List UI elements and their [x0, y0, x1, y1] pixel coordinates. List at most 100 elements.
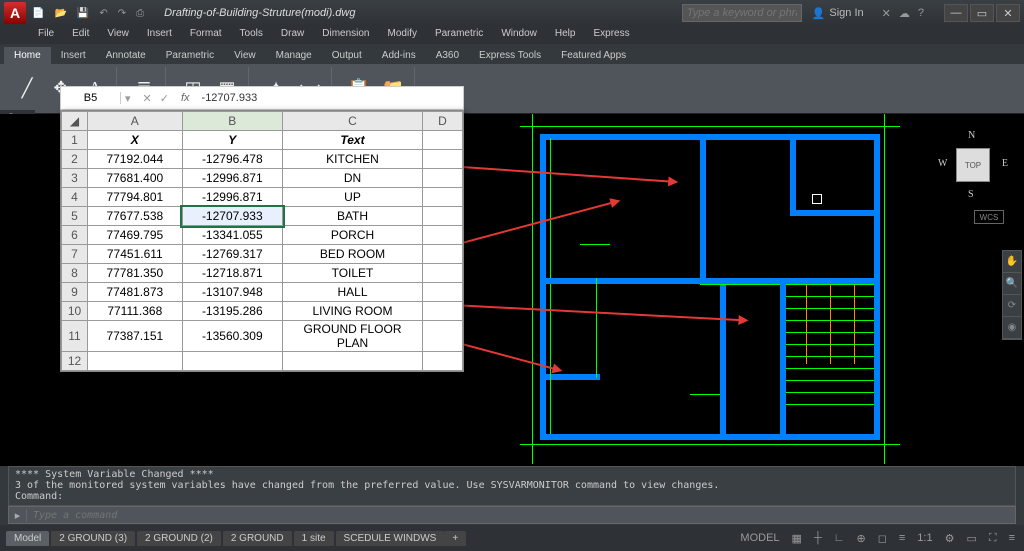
cell[interactable]: Y — [182, 131, 282, 150]
cell[interactable]: LIVING ROOM — [283, 302, 423, 321]
wheel-icon[interactable]: ◉ — [1003, 317, 1021, 339]
cell[interactable] — [423, 283, 463, 302]
cell[interactable]: BATH — [283, 207, 423, 226]
polar-icon[interactable]: ⊕ — [854, 532, 869, 545]
grid-icon[interactable]: ▦ — [789, 532, 805, 545]
tab-add-ins[interactable]: Add-ins — [372, 47, 426, 64]
cell[interactable]: TOILET — [283, 264, 423, 283]
model-space-toggle[interactable]: MODEL — [737, 532, 782, 544]
workspace-icon[interactable]: ▭ — [963, 532, 979, 545]
maximize-button[interactable]: ▭ — [970, 4, 994, 22]
command-input[interactable] — [27, 510, 1015, 521]
tab-home[interactable]: Home — [4, 47, 51, 64]
help-icon[interactable]: ? — [918, 7, 924, 20]
gear-icon[interactable]: ⚙ — [942, 532, 958, 545]
cell[interactable]: 77469.795 — [88, 226, 183, 245]
cell[interactable]: BED ROOM — [283, 245, 423, 264]
nav-east[interactable]: E — [1002, 158, 1008, 169]
row-header[interactable]: 8 — [62, 264, 88, 283]
row-header[interactable]: 1 — [62, 131, 88, 150]
tab-manage[interactable]: Manage — [266, 47, 322, 64]
cell[interactable]: 77111.368 — [88, 302, 183, 321]
cell[interactable]: PORCH — [283, 226, 423, 245]
cell[interactable] — [423, 302, 463, 321]
tab-a360[interactable]: A360 — [426, 47, 469, 64]
cell[interactable] — [88, 352, 183, 371]
cell[interactable]: 77387.151 — [88, 321, 183, 352]
cell[interactable]: 77481.873 — [88, 283, 183, 302]
menu-edit[interactable]: Edit — [64, 26, 97, 44]
menu-format[interactable]: Format — [182, 26, 230, 44]
col-header[interactable]: A — [88, 112, 183, 131]
command-history[interactable]: **** System Variable Changed **** 3 of t… — [8, 466, 1016, 506]
qat-open-icon[interactable]: 📂 — [54, 8, 66, 19]
qat-print-icon[interactable]: ⎙ — [136, 8, 144, 19]
exchange-icon[interactable]: ✕ — [882, 7, 891, 20]
menu-window[interactable]: Window — [493, 26, 545, 44]
orbit-icon[interactable]: ⟳ — [1003, 295, 1021, 317]
cell[interactable]: 77677.538 — [88, 207, 183, 226]
row-header[interactable]: 3 — [62, 169, 88, 188]
signin-button[interactable]: 👤 Sign In — [812, 7, 864, 20]
app-logo[interactable]: A — [4, 2, 26, 24]
cell[interactable] — [423, 321, 463, 352]
cell-reference[interactable]: B5 — [61, 92, 121, 104]
cell[interactable]: KITCHEN — [283, 150, 423, 169]
cell[interactable] — [423, 188, 463, 207]
menu-tools[interactable]: Tools — [232, 26, 271, 44]
tab-insert[interactable]: Insert — [51, 47, 96, 64]
nav-west[interactable]: W — [938, 158, 947, 169]
confirm-icon[interactable]: ✓ — [160, 92, 169, 105]
menu-express[interactable]: Express — [585, 26, 637, 44]
lineweight-icon[interactable]: ≡ — [896, 532, 908, 544]
cell[interactable]: GROUND FLOOR PLAN — [283, 321, 423, 352]
tab-output[interactable]: Output — [322, 47, 372, 64]
cell[interactable] — [283, 352, 423, 371]
cell[interactable]: 77681.400 — [88, 169, 183, 188]
cell[interactable]: Text — [283, 131, 423, 150]
cell[interactable]: 77781.350 — [88, 264, 183, 283]
menu-insert[interactable]: Insert — [139, 26, 180, 44]
row-header[interactable]: 12 — [62, 352, 88, 371]
snap-icon[interactable]: ┼ — [811, 532, 825, 544]
layout-tab[interactable]: 1 site — [294, 531, 334, 546]
cell[interactable] — [423, 150, 463, 169]
cell[interactable]: HALL — [283, 283, 423, 302]
cell[interactable]: X — [88, 131, 183, 150]
col-header[interactable]: B — [182, 112, 282, 131]
minimize-button[interactable]: — — [944, 4, 968, 22]
cell[interactable]: -12996.871 — [182, 188, 282, 207]
cell[interactable]: -13560.309 — [182, 321, 282, 352]
cell[interactable]: 77794.801 — [88, 188, 183, 207]
layout-tab[interactable]: 2 GROUND (3) — [51, 531, 135, 546]
cell[interactable]: -13341.055 — [182, 226, 282, 245]
tab-view[interactable]: View — [224, 47, 266, 64]
customization-icon[interactable]: ≡ — [1006, 532, 1018, 544]
cell[interactable] — [423, 245, 463, 264]
tab-annotate[interactable]: Annotate — [96, 47, 156, 64]
menu-dimension[interactable]: Dimension — [314, 26, 377, 44]
dropdown-icon[interactable]: ▾ — [121, 92, 135, 105]
menu-help[interactable]: Help — [547, 26, 584, 44]
layout-tab[interactable]: SCEDULE WINDWS — [336, 531, 445, 546]
menu-parametric[interactable]: Parametric — [427, 26, 491, 44]
data-table[interactable]: ◢ A B C D 1 X Y Text 277192.044-12796.47… — [61, 111, 463, 371]
row-header[interactable]: 11 — [62, 321, 88, 352]
qat-undo-icon[interactable]: ↶ — [99, 8, 107, 19]
col-header[interactable]: C — [283, 112, 423, 131]
col-header[interactable]: D — [423, 112, 463, 131]
cell[interactable]: 77451.611 — [88, 245, 183, 264]
qat-new-icon[interactable]: 📄 — [32, 8, 44, 19]
add-layout-button[interactable]: + — [444, 531, 466, 546]
close-button[interactable]: ✕ — [996, 4, 1020, 22]
cell[interactable] — [423, 352, 463, 371]
row-header[interactable]: 6 — [62, 226, 88, 245]
menu-file[interactable]: File — [30, 26, 62, 44]
view-cube[interactable]: N S W E TOP — [938, 130, 1008, 200]
nav-south[interactable]: S — [968, 189, 974, 200]
cell[interactable]: -12996.871 — [182, 169, 282, 188]
cell[interactable]: -12769.317 — [182, 245, 282, 264]
cell[interactable] — [423, 131, 463, 150]
layout-tab[interactable]: 2 GROUND (2) — [137, 531, 221, 546]
cell[interactable]: -12718.871 — [182, 264, 282, 283]
